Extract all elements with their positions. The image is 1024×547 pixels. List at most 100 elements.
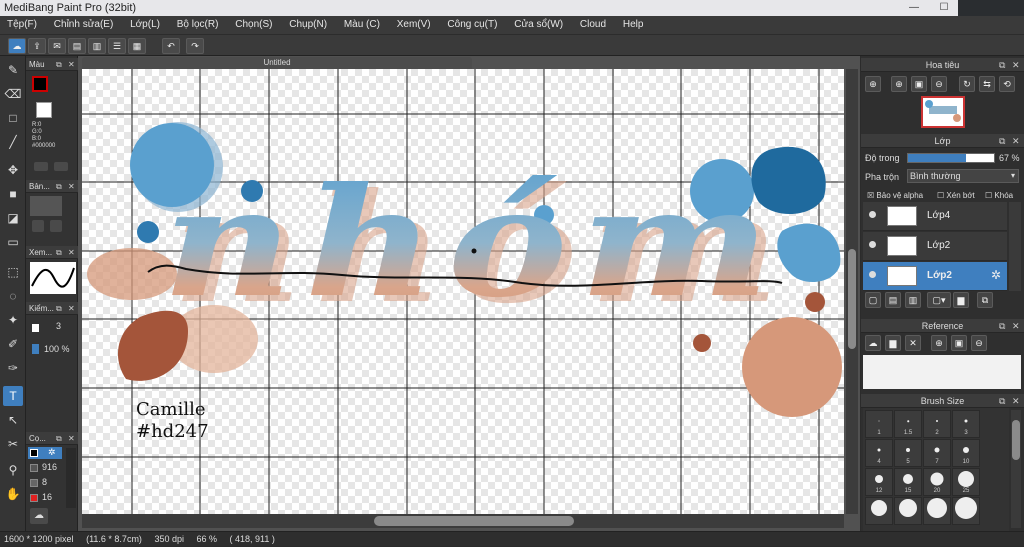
color-list-item-selected[interactable]: ✲	[28, 447, 62, 459]
grid-icon[interactable]: ▦	[128, 38, 146, 54]
zoom-out-icon[interactable]: ⊖	[931, 76, 947, 92]
menu-window[interactable]: Cửa sổ(W)	[507, 16, 570, 34]
panel-close-icon[interactable]: ✕	[1012, 134, 1020, 148]
color-list-item[interactable]: 916	[28, 462, 62, 474]
document-tab[interactable]: Untitled	[82, 57, 472, 69]
vertical-scrollbar[interactable]	[846, 69, 858, 514]
panel-float-icon[interactable]: ⧉	[56, 302, 62, 315]
cloud-color-icon[interactable]: ☁	[30, 508, 48, 524]
panel-close-icon[interactable]: ✕	[68, 302, 75, 315]
comment-icon[interactable]: ✉	[48, 38, 66, 54]
share-icon[interactable]: ⇪	[28, 38, 46, 54]
reference-view[interactable]	[863, 355, 1021, 389]
magic-wand-tool-icon[interactable]: ✦	[3, 310, 23, 330]
close-icon[interactable]: ✕	[905, 335, 921, 351]
fit-icon[interactable]: ▣	[951, 335, 967, 351]
menu-view[interactable]: Xem(V)	[390, 16, 438, 34]
text-tool-icon[interactable]: T	[3, 386, 23, 406]
protect-alpha-checkbox[interactable]: ☒ Bảo vệ alpha	[867, 191, 923, 200]
panel-float-icon[interactable]: ⧉	[56, 432, 62, 445]
brush-size-cell[interactable]	[952, 497, 980, 525]
fit-icon[interactable]: ▣	[911, 76, 927, 92]
gradient-tool-icon[interactable]: ▭	[3, 232, 23, 252]
visibility-icon[interactable]	[869, 211, 876, 218]
panel-close-icon[interactable]: ✕	[68, 58, 75, 71]
menu-color[interactable]: Màu (C)	[337, 16, 387, 34]
rectangle-tool-icon[interactable]: □	[3, 108, 23, 128]
blend-mode-select[interactable]: Bình thường ▾	[907, 169, 1019, 183]
gear-icon[interactable]: ✲	[48, 447, 56, 458]
menu-filter[interactable]: Bộ lọc(R)	[170, 16, 226, 34]
color-list-scrollbar[interactable]	[66, 448, 76, 508]
pick-color-icon[interactable]	[54, 162, 68, 171]
undo-icon[interactable]: ↶	[162, 38, 180, 54]
rotate-icon[interactable]: ↻	[959, 76, 975, 92]
brush-size-cell[interactable]: 12	[865, 468, 893, 496]
flip-icon[interactable]: ⇆	[979, 76, 995, 92]
layer-settings-gear-icon[interactable]: ✲	[991, 268, 1001, 282]
bucket-tool-icon[interactable]: ◪	[3, 208, 23, 228]
menu-file[interactable]: Tệp(F)	[0, 16, 44, 34]
menu-layer[interactable]: Lớp(L)	[123, 16, 167, 34]
document-icon[interactable]: ▥	[88, 38, 106, 54]
horizontal-scrollbar[interactable]	[82, 514, 844, 528]
operation-tool-icon[interactable]: ↖	[3, 410, 23, 430]
brush-size-scroll-thumb[interactable]	[1012, 420, 1020, 460]
opacity-slider[interactable]	[907, 153, 995, 163]
cloud-icon[interactable]: ☁	[865, 335, 881, 351]
new-layer-icon[interactable]: ▢	[865, 292, 881, 308]
select-eraser-tool-icon[interactable]: ✑	[3, 358, 23, 378]
hand-tool-icon[interactable]: ✋	[3, 484, 23, 504]
visibility-icon[interactable]	[869, 241, 876, 248]
reset-icon[interactable]: ⟲	[999, 76, 1015, 92]
menu-select[interactable]: Chọn(S)	[228, 16, 279, 34]
panel-float-icon[interactable]: ⧉	[999, 394, 1005, 408]
open-folder-icon[interactable]: ▆	[885, 335, 901, 351]
brush-size-scrollbar[interactable]	[1011, 410, 1021, 528]
panel-float-icon[interactable]: ⧉	[999, 58, 1005, 72]
pressure-curve-preview[interactable]	[30, 262, 76, 294]
menu-tools[interactable]: Công cụ(T)	[440, 16, 504, 34]
panel-close-icon[interactable]: ✕	[1012, 319, 1020, 333]
move-tool-icon[interactable]: ✥	[3, 160, 23, 180]
brush-size-cell[interactable]	[894, 497, 922, 525]
brush-preview[interactable]	[30, 196, 62, 216]
cloud-icon[interactable]: ☁	[8, 38, 26, 54]
eyedropper-tool-icon[interactable]: ⚲	[3, 460, 23, 480]
panel-float-icon[interactable]: ⧉	[56, 246, 62, 259]
redo-icon[interactable]: ↷	[186, 38, 204, 54]
menu-help[interactable]: Help	[616, 16, 651, 34]
panel-close-icon[interactable]: ✕	[1012, 58, 1020, 72]
new-8bit-layer-icon[interactable]: ▥	[905, 292, 921, 308]
brush-size-cell[interactable]	[865, 497, 893, 525]
brush-size-cell[interactable]: 5	[894, 439, 922, 467]
brush-size-cell[interactable]: 7	[923, 439, 951, 467]
panel-close-icon[interactable]: ✕	[68, 246, 75, 259]
lasso-tool-icon[interactable]: ◌	[3, 286, 23, 306]
horizontal-scroll-thumb[interactable]	[374, 516, 574, 526]
folder-icon[interactable]: ▆	[953, 292, 969, 308]
opacity-value[interactable]: 100 %	[44, 344, 70, 354]
zoom-in-icon[interactable]: ⊕	[931, 335, 947, 351]
brush-size-cell[interactable]: 3	[952, 410, 980, 438]
delete-brush-icon[interactable]	[50, 220, 62, 232]
brush-size-cell[interactable]: 25	[952, 468, 980, 496]
brush-size-cell[interactable]: 4	[865, 439, 893, 467]
clip-checkbox[interactable]: ☐ Xén bớt	[937, 191, 975, 200]
brush-size-cell[interactable]: 1.5	[894, 410, 922, 438]
zoom-in-icon[interactable]: ⊕	[865, 76, 881, 92]
color-list-item[interactable]: 8	[28, 477, 62, 489]
layer-row[interactable]: Lớp2	[863, 232, 1007, 261]
maximize-button[interactable]: ☐	[930, 0, 958, 16]
divide-tool-icon[interactable]: ✂	[3, 434, 23, 454]
new-halftone-layer-icon[interactable]: ▤	[885, 292, 901, 308]
layer-row[interactable]: Lớp4	[863, 202, 1007, 231]
lock-checkbox[interactable]: ☐ Khóa	[985, 191, 1013, 200]
fill-rect-tool-icon[interactable]: ■	[3, 184, 23, 204]
list-icon[interactable]: ☰	[108, 38, 126, 54]
panel-float-icon[interactable]: ⧉	[56, 180, 62, 193]
minimize-button[interactable]: —	[900, 0, 928, 16]
size-value[interactable]: 3	[56, 321, 70, 335]
menu-cloud[interactable]: Cloud	[573, 16, 613, 34]
secondary-color-swatch[interactable]	[36, 102, 52, 118]
